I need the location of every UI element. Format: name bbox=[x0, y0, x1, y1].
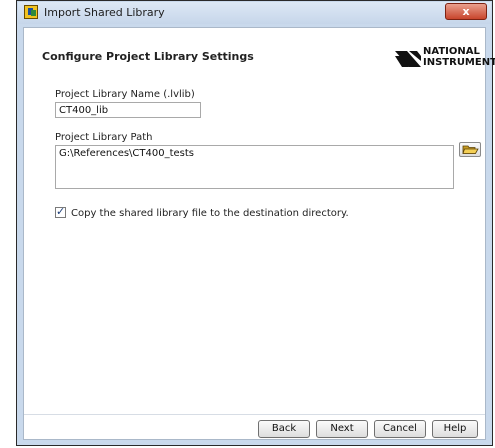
library-path-input[interactable]: G:\References\CT400_tests bbox=[55, 145, 454, 189]
back-button[interactable]: Back bbox=[258, 420, 310, 438]
copy-library-checkbox[interactable]: ✓ bbox=[55, 205, 66, 218]
dialog-window: Import Shared Library x Configure Projec… bbox=[16, 0, 495, 446]
browse-button[interactable] bbox=[459, 142, 481, 157]
national-instruments-logo: NATIONAL INSTRUMENTS bbox=[395, 46, 495, 70]
folder-open-icon bbox=[462, 145, 479, 154]
footer-divider bbox=[24, 414, 485, 415]
cancel-button[interactable]: Cancel bbox=[374, 420, 426, 438]
window-title: Import Shared Library bbox=[44, 6, 165, 19]
labview-app-icon bbox=[24, 5, 38, 19]
wizard-page: Configure Project Library Settings NATIO… bbox=[23, 27, 495, 440]
logo-text-instruments: INSTRUMENTS bbox=[423, 57, 495, 68]
left-margin bbox=[0, 0, 16, 448]
checkmark-icon: ✓ bbox=[56, 205, 66, 218]
next-button[interactable]: Next bbox=[316, 420, 368, 438]
page-title: Configure Project Library Settings bbox=[42, 50, 254, 63]
library-name-input[interactable] bbox=[55, 102, 201, 118]
library-path-label: Project Library Path bbox=[55, 132, 153, 143]
title-bar: Import Shared Library x bbox=[18, 2, 491, 24]
close-button[interactable]: x bbox=[445, 3, 487, 20]
library-name-label: Project Library Name (.lvlib) bbox=[55, 89, 195, 100]
ni-eagle-icon bbox=[395, 51, 421, 67]
copy-library-label: Copy the shared library file to the dest… bbox=[71, 208, 349, 219]
logo-text-national: NATIONAL bbox=[423, 46, 480, 57]
help-button[interactable]: Help bbox=[432, 420, 478, 438]
